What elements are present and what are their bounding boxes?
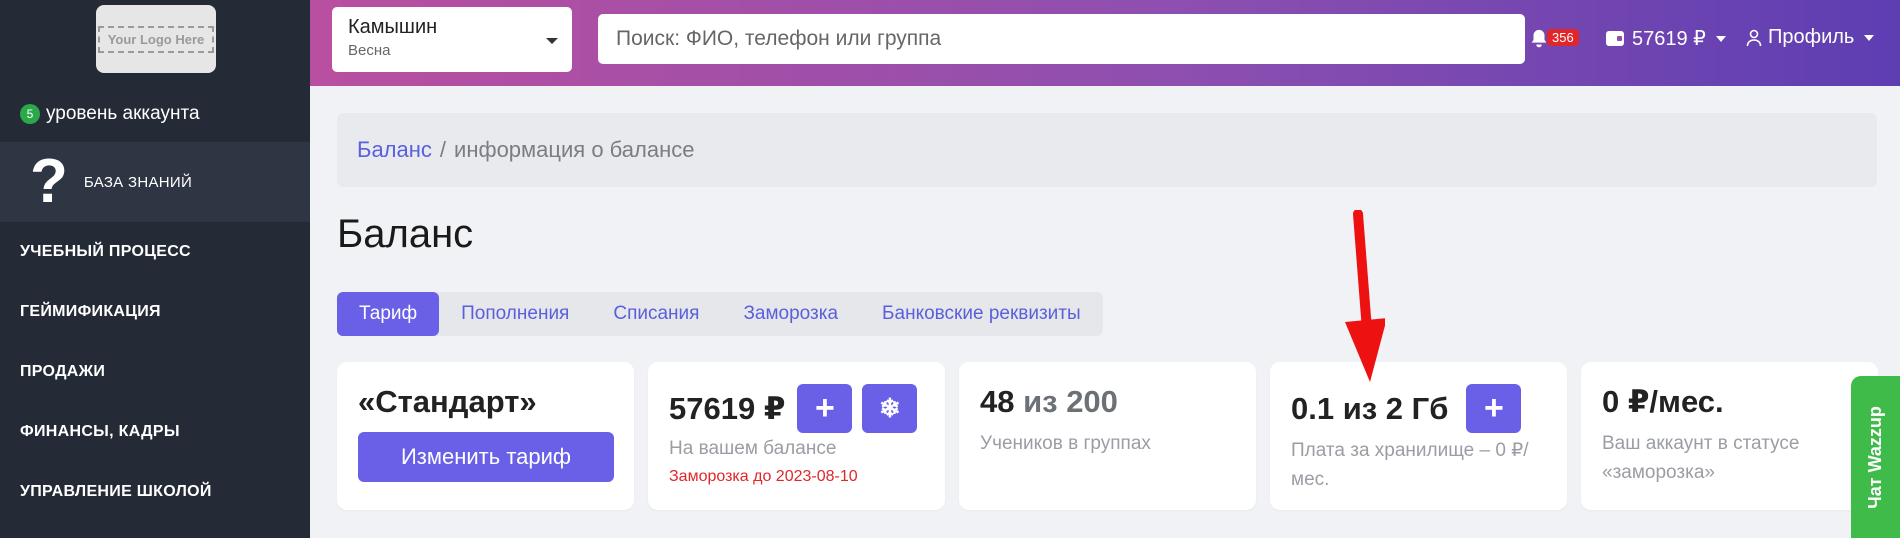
- chevron-down-icon: [1864, 34, 1875, 41]
- annotation-arrow: [1345, 210, 1385, 382]
- sidebar-item-finance[interactable]: ФИНАНСЫ, КАДРЫ: [20, 423, 180, 441]
- breadcrumb: Баланс / информация о балансе: [337, 113, 1877, 187]
- sidebar-item-learning-process[interactable]: УЧЕБНЫЙ ПРОЦЕСС: [20, 243, 191, 261]
- level-badge: 5: [20, 104, 40, 124]
- school-name: Камышин: [348, 16, 438, 38]
- add-storage-button[interactable]: +: [1466, 384, 1522, 433]
- chat-widget-button[interactable]: Чат Wazzup: [1851, 376, 1900, 538]
- students-count: 48: [980, 384, 1015, 419]
- school-season: Весна: [348, 42, 391, 59]
- school-selector[interactable]: Камышин Весна: [332, 7, 572, 72]
- sidebar-item-school-management[interactable]: УПРАВЛЕНИЕ ШКОЛОЙ: [20, 483, 212, 501]
- page-title: Баланс: [337, 212, 474, 256]
- students-count-line: 48 из 200: [980, 384, 1235, 420]
- top-bar: Камышин Весна 356 57619 ₽ Профиль: [310, 0, 1900, 86]
- sidebar-item-label: БАЗА ЗНАНИЙ: [83, 173, 193, 191]
- chevron-down-icon: [546, 38, 558, 44]
- account-status-label: Ваш аккаунт в статусе «заморозка»: [1602, 433, 1800, 483]
- tab-topups[interactable]: Пополнения: [439, 292, 591, 336]
- storage-usage: 0.1 из 2 Гб: [1291, 390, 1449, 426]
- tariff-name: «Стандарт»: [358, 384, 537, 419]
- tab-bank-details[interactable]: Банковские реквизиты: [860, 292, 1103, 336]
- balance-card: 57619 ₽ + ❄ На вашем балансе Заморозка д…: [648, 362, 945, 510]
- breadcrumb-link-balance[interactable]: Баланс: [357, 137, 432, 163]
- notifications-badge: 356: [1547, 29, 1579, 46]
- tab-bar: Тариф Пополнения Списания Заморозка Банк…: [337, 292, 1103, 336]
- plus-icon: +: [1483, 389, 1504, 427]
- profile-label: Профиль: [1768, 26, 1855, 48]
- header-balance: 57619 ₽: [1632, 28, 1706, 50]
- breadcrumb-separator: /: [439, 137, 447, 162]
- students-card: 48 из 200 Учеников в группах: [959, 362, 1256, 510]
- tab-charges[interactable]: Списания: [591, 292, 721, 336]
- level-label: уровень аккаунта: [46, 103, 200, 124]
- logo-text: Your Logo Here: [97, 25, 215, 53]
- students-label: Учеников в группах: [980, 433, 1151, 454]
- search-input[interactable]: [598, 14, 1525, 64]
- tariff-card: «Стандарт» Изменить тариф: [337, 362, 634, 510]
- snowflake-icon: ❄: [878, 393, 901, 423]
- balance-amount: 57619 ₽: [669, 390, 786, 426]
- plus-icon: +: [814, 389, 835, 427]
- profile-dropdown[interactable]: Профиль: [1746, 26, 1875, 49]
- tab-freeze[interactable]: Заморозка: [721, 292, 860, 336]
- balance-label: На вашем балансе: [669, 438, 837, 459]
- account-level[interactable]: 5 уровень аккаунта: [20, 103, 200, 125]
- monthly-fee: 0 ₽/мес.: [1602, 384, 1724, 419]
- sidebar-item-sales[interactable]: ПРОДАЖИ: [20, 363, 105, 381]
- storage-card: 0.1 из 2 Гб + Плата за хранилище – 0 ₽/м…: [1270, 362, 1567, 510]
- chat-widget-label: Чат Wazzup: [1865, 405, 1886, 509]
- breadcrumb-current: информация о балансе: [454, 137, 695, 162]
- question-mark-icon: ?: [30, 147, 68, 216]
- change-tariff-button[interactable]: Изменить тариф: [358, 432, 614, 482]
- chevron-down-icon: [1715, 35, 1726, 42]
- freeze-button[interactable]: ❄: [862, 384, 918, 433]
- sidebar: Your Logo Here 5 уровень аккаунта ? БАЗА…: [0, 0, 310, 538]
- balance-dropdown[interactable]: 57619 ₽: [1606, 26, 1726, 51]
- top-up-button[interactable]: +: [797, 384, 853, 433]
- students-total: из 200: [1023, 384, 1118, 419]
- user-icon: [1746, 29, 1762, 46]
- sidebar-item-gamification[interactable]: ГЕЙМИФИКАЦИЯ: [20, 303, 161, 321]
- logo[interactable]: Your Logo Here: [96, 5, 216, 73]
- freeze-note: Заморозка до 2023-08-10: [669, 467, 858, 485]
- storage-label: Плата за хранилище – 0 ₽/мес.: [1291, 440, 1529, 490]
- wallet-icon: [1606, 31, 1624, 46]
- sidebar-item-knowledge-base[interactable]: ? БАЗА ЗНАНИЙ: [0, 142, 310, 222]
- fee-card: 0 ₽/мес. Ваш аккаунт в статусе «заморозк…: [1581, 362, 1878, 510]
- tab-tariff[interactable]: Тариф: [337, 292, 440, 336]
